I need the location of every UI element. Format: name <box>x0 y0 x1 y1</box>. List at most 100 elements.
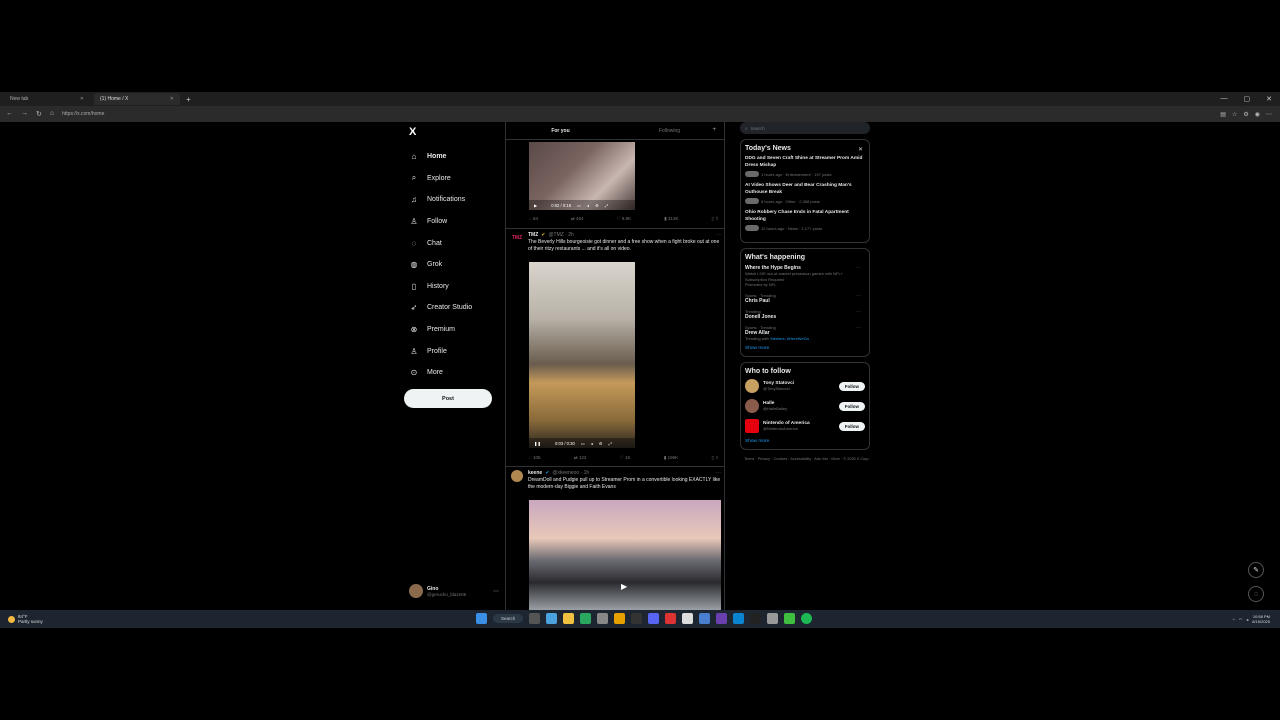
avatar[interactable] <box>745 379 759 393</box>
tweet-author[interactable]: keene <box>528 470 542 476</box>
volume-icon[interactable]: ◂ <box>591 441 593 446</box>
app-icon[interactable] <box>631 613 643 624</box>
trend-item[interactable]: Sports · Trending Drew Allar Trending wi… <box>745 325 865 342</box>
nav-item-grok[interactable]: ◍ Grok <box>409 254 472 276</box>
copilot-icon[interactable] <box>546 613 558 624</box>
spotify-icon[interactable] <box>801 613 813 624</box>
app-icon[interactable] <box>580 613 592 624</box>
close-icon[interactable]: ✕ <box>858 146 863 153</box>
taskbar-search[interactable]: Search <box>493 614 524 623</box>
tab-for-you[interactable]: For you <box>506 128 615 134</box>
app-icon[interactable] <box>665 613 677 624</box>
nav-item-follow[interactable]: ♙ Follow <box>409 211 472 233</box>
nav-item-premium[interactable]: ⊗ Premium <box>409 319 472 341</box>
close-icon[interactable]: ✕ <box>170 96 174 102</box>
favorite-icon[interactable]: ☆ <box>1232 111 1237 118</box>
video-player[interactable]: ▶ <box>529 500 721 610</box>
views-button[interactable]: ▮ 196K <box>664 455 678 461</box>
volume-icon[interactable]: ◂ <box>587 203 589 208</box>
tweet-author[interactable]: TMZ <box>528 232 538 238</box>
post-button[interactable]: Post <box>404 389 492 408</box>
play-icon[interactable]: ▶ <box>534 203 537 208</box>
browser-tab[interactable]: New tab ✕ <box>4 93 90 105</box>
clock[interactable]: 10:58 PM 8/15/2025 <box>1252 614 1270 624</box>
footer-links[interactable]: Terms · Privacy · Cookies · Accessibilit… <box>740 456 870 462</box>
bookmark-icon[interactable]: ▯ ⇪ <box>712 216 720 222</box>
nav-item-history[interactable]: ▯ History <box>409 276 472 298</box>
avatar[interactable] <box>745 419 759 433</box>
app-icon[interactable] <box>699 613 711 624</box>
nav-item-explore[interactable]: ⌕ Explore <box>409 168 472 190</box>
tab-following[interactable]: Following <box>615 128 724 134</box>
reader-icon[interactable]: ▤ <box>1220 111 1226 118</box>
extensions-icon[interactable]: ⚙ <box>1243 111 1248 118</box>
follow-button[interactable]: Follow <box>838 401 865 411</box>
avatar[interactable] <box>511 470 523 482</box>
fullscreen-icon[interactable]: ⤢ <box>605 203 608 208</box>
app-icon[interactable] <box>614 613 626 624</box>
follow-button[interactable]: Follow <box>838 381 865 391</box>
news-item[interactable]: Ohio Robbery Chase Ends in Fatal Apartme… <box>745 210 865 231</box>
search-input[interactable]: ⌕ Search <box>740 122 870 134</box>
grok-float-icon[interactable]: ✎ <box>1248 562 1264 578</box>
follow-suggestion[interactable]: Tony Statovci @TonyStatovci Follow <box>745 379 865 393</box>
menu-icon[interactable]: ⋯ <box>1266 111 1272 118</box>
trend-item[interactable]: Trending Donell Jones ⋯ <box>745 309 865 320</box>
video-player[interactable]: ▶ 0:02 / 0:16 ▭ ◂ ⚙ ⤢ <box>529 142 635 210</box>
new-tab-icon[interactable]: + <box>186 95 191 104</box>
settings-icon[interactable]: ⚙ <box>599 441 603 446</box>
wifi-icon[interactable]: ◠ <box>1239 617 1243 622</box>
more-dots-icon[interactable]: ⋯ <box>856 293 861 299</box>
chevron-up-icon[interactable]: ^ <box>1233 617 1235 622</box>
like-button[interactable]: ♡ 1K <box>620 455 631 461</box>
fullscreen-icon[interactable]: ⤢ <box>609 441 612 446</box>
nav-item-notifications[interactable]: ♫ Notifications <box>409 189 472 211</box>
forward-icon[interactable]: → <box>21 110 28 118</box>
browser-tab-active[interactable]: (1) Home / X ✕ <box>94 93 180 105</box>
views-button[interactable]: ▮ 313K <box>664 216 678 222</box>
trend-item[interactable]: Where the Hype Begins Watch LIVE out-of-… <box>745 265 865 288</box>
trend-link[interactable]: Steelers, #HereWeGo <box>770 336 809 341</box>
follow-button[interactable]: Follow <box>838 421 865 431</box>
reload-icon[interactable]: ↻ <box>36 110 42 118</box>
more-dots-icon[interactable]: ⋯ <box>856 265 861 271</box>
like-button[interactable]: ♡ 8.8K <box>617 216 632 222</box>
reply-button[interactable]: ◌ 64 <box>529 216 538 222</box>
settings-icon[interactable]: ⚙ <box>595 203 599 208</box>
tweet[interactable]: keene ✔ @xkeeneoo · 1h ⋯ DreamDoll and P… <box>511 470 721 491</box>
edge-icon[interactable] <box>733 613 745 624</box>
app-icon[interactable] <box>597 613 609 624</box>
x-logo-icon[interactable]: X <box>409 126 416 138</box>
more-dots-icon[interactable]: ⋯ <box>493 588 499 595</box>
avatar[interactable]: TMZ <box>511 232 523 244</box>
captions-icon[interactable]: ▭ <box>581 441 585 446</box>
trend-item[interactable]: Sports · Trending Chris Paul ⋯ <box>745 293 865 304</box>
more-dots-icon[interactable]: ⋯ <box>716 470 721 476</box>
play-icon[interactable]: ▶ <box>621 582 631 592</box>
messages-float-icon[interactable]: ◌ <box>1248 586 1264 602</box>
reply-button[interactable]: ◌ 106 <box>529 455 540 461</box>
show-more-link[interactable]: Show more <box>745 439 865 444</box>
repost-button[interactable]: ⇄ 122 <box>574 455 587 461</box>
pause-icon[interactable]: ❚❚ <box>534 441 541 446</box>
volume-icon[interactable]: ◂ <box>1246 617 1248 622</box>
maximize-icon[interactable]: ▢ <box>1244 95 1251 103</box>
profile-browser-icon[interactable]: ◉ <box>1255 111 1260 118</box>
close-window-icon[interactable]: ✕ <box>1266 95 1272 103</box>
video-player[interactable]: ❚❚ 0:03 / 0:30 ▭ ◂ ⚙ ⤢ <box>529 262 635 448</box>
close-icon[interactable]: ✕ <box>80 96 84 102</box>
bookmark-icon[interactable]: ▯ ⇪ <box>712 455 720 461</box>
repost-button[interactable]: ⇄ 454 <box>571 216 584 222</box>
weather-widget[interactable]: 84°F Partly sunny <box>0 614 43 624</box>
news-item[interactable]: DDG and Seven Craft Shine at Streamer Pr… <box>745 156 865 177</box>
add-tab-icon[interactable]: + <box>712 127 716 133</box>
file-explorer-icon[interactable] <box>563 613 575 624</box>
nav-item-profile[interactable]: ♙ Profile <box>409 340 472 362</box>
more-dots-icon[interactable]: ⋯ <box>856 325 861 331</box>
start-icon[interactable] <box>476 613 487 624</box>
follow-suggestion[interactable]: Halle @HalleBailey Follow <box>745 399 865 413</box>
task-view-icon[interactable] <box>529 613 541 624</box>
app-icon[interactable] <box>716 613 728 624</box>
nav-item-more[interactable]: ⊙ More <box>409 362 472 384</box>
back-icon[interactable]: ← <box>6 110 13 118</box>
